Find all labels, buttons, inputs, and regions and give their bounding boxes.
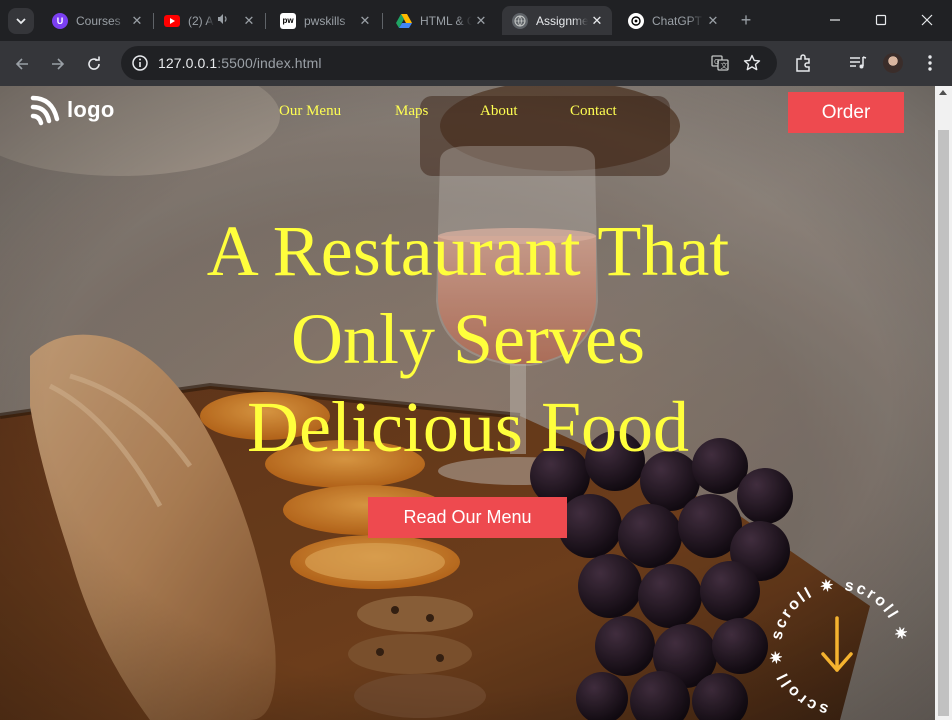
address-bar[interactable]: 127.0.0.1:5500/index.html G文	[121, 46, 777, 80]
close-icon[interactable]: ✕	[588, 13, 606, 29]
headline-line: Delicious Food	[247, 387, 689, 467]
maximize-icon	[875, 14, 887, 26]
tab-title: HTML & CSS	[420, 13, 472, 28]
tab-title: pwskills	[304, 13, 346, 28]
url-host: 127.0.0.1	[158, 55, 218, 71]
browser-toolbar: 127.0.0.1:5500/index.html G文	[0, 41, 952, 86]
url-path: :5500/index.html	[217, 55, 322, 71]
tab-title: Courses	[76, 13, 121, 28]
site-logo[interactable]: logo	[30, 94, 115, 126]
reload-button[interactable]	[81, 51, 107, 77]
google-drive-icon	[396, 13, 412, 29]
close-icon[interactable]: ✕	[704, 13, 722, 29]
back-button[interactable]	[9, 51, 35, 77]
maximize-button[interactable]	[858, 0, 904, 40]
reload-icon	[88, 56, 100, 70]
media-controls-icon[interactable]	[848, 53, 868, 73]
scrollbar-thumb[interactable]	[938, 130, 949, 716]
tab-courses[interactable]: U Courses ✕	[42, 6, 152, 35]
scroll-ring-text: scroll ✷ scroll ✷ scroll ✷	[765, 574, 913, 720]
nav-link-maps[interactable]: Maps	[395, 103, 428, 120]
close-icon[interactable]: ✕	[356, 13, 374, 29]
url-text[interactable]: 127.0.0.1:5500/index.html	[158, 55, 322, 71]
forward-button[interactable]	[45, 51, 71, 77]
tab-pwskills[interactable]: pw pwskills ✕	[270, 6, 380, 35]
pwskills-icon: pw	[280, 12, 296, 29]
hero-headline: A Restaurant That Only Serves Delicious …	[140, 207, 796, 471]
udemy-icon: U	[52, 12, 68, 29]
logo-icon	[30, 95, 60, 126]
tab-title: ChatGPT	[652, 13, 703, 28]
close-icon[interactable]: ✕	[472, 13, 490, 29]
speaker-icon[interactable]	[216, 12, 230, 29]
tab-search-button[interactable]	[8, 8, 34, 34]
extensions-icon[interactable]	[793, 53, 813, 73]
svg-text:文: 文	[721, 61, 728, 70]
nav-link-about[interactable]: About	[480, 103, 518, 120]
page-scrollbar[interactable]	[935, 86, 952, 720]
headline-line: A Restaurant That	[206, 211, 730, 291]
close-icon[interactable]: ✕	[128, 13, 146, 29]
page-viewport: logo Our Menu Maps About Contact Order A…	[0, 86, 935, 720]
logo-text: logo	[67, 97, 115, 122]
openai-icon	[628, 12, 644, 29]
new-tab-button[interactable]: +	[735, 9, 757, 31]
scroll-indicator[interactable]: scroll ✷ scroll ✷ scroll ✷	[765, 574, 913, 720]
youtube-icon	[164, 13, 180, 29]
profile-avatar[interactable]	[883, 53, 903, 73]
site-info-icon[interactable]	[131, 54, 149, 72]
arrow-left-icon	[15, 58, 28, 70]
globe-icon	[512, 12, 528, 29]
minimize-button[interactable]	[812, 0, 858, 40]
translate-icon[interactable]: G文	[711, 54, 729, 72]
tab-chatgpt[interactable]: ChatGPT ✕	[618, 6, 728, 35]
tab-youtube[interactable]: (2) All ✕	[154, 6, 264, 35]
tab-drive[interactable]: HTML & CSS ✕	[386, 6, 496, 35]
close-window-button[interactable]	[904, 0, 950, 40]
close-icon[interactable]: ✕	[240, 13, 258, 29]
read-menu-button[interactable]: Read Our Menu	[368, 497, 567, 538]
tab-title: (2) All	[188, 13, 214, 28]
minimize-icon	[830, 19, 840, 21]
order-button[interactable]: Order	[788, 92, 904, 133]
arrow-down-icon	[821, 616, 853, 672]
arrow-right-icon	[52, 58, 65, 70]
headline-line: Only Serves	[291, 299, 645, 379]
close-icon	[921, 14, 933, 26]
bookmark-star-icon[interactable]	[743, 54, 761, 72]
more-menu-icon[interactable]	[920, 53, 940, 73]
scroll-up-arrow-icon[interactable]	[939, 90, 947, 95]
nav-link-our-menu[interactable]: Our Menu	[279, 103, 341, 120]
tab-title: Assignment	[536, 13, 588, 28]
chevron-down-icon	[16, 18, 26, 25]
nav-link-contact[interactable]: Contact	[570, 103, 617, 120]
tab-strip: U Courses ✕ (2) All ✕ pw pwskills ✕ HTML…	[0, 0, 952, 41]
tab-assignment[interactable]: Assignment ✕	[502, 6, 612, 35]
svg-text:G: G	[714, 58, 719, 66]
